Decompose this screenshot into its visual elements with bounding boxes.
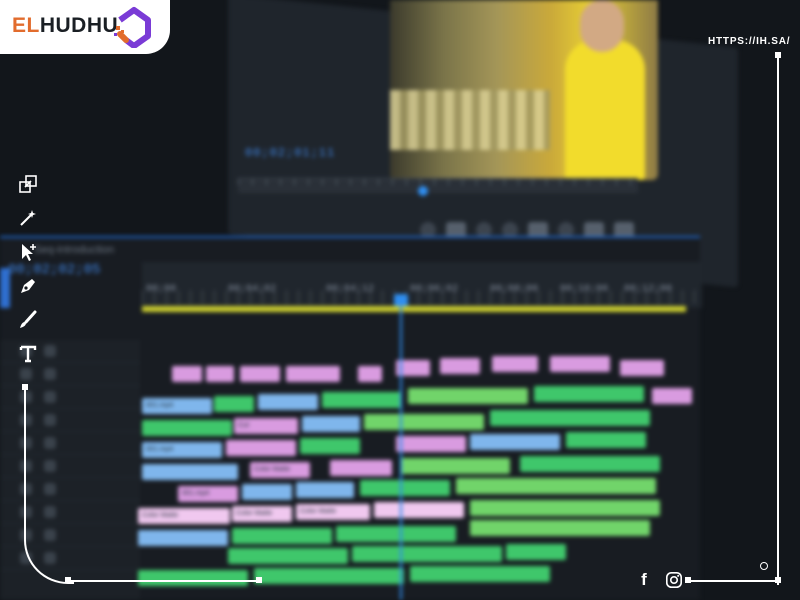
type-tool-icon[interactable] [14, 340, 42, 368]
timeline-clip[interactable] [336, 526, 456, 542]
sequence-tab[interactable]: Seq-introduction [34, 244, 114, 256]
timeline-clip[interactable]: Cut [234, 418, 298, 434]
frame-node [256, 577, 262, 583]
timeline-clip[interactable]: Color Matte [296, 504, 370, 520]
ruler-label: 00;12;00 [624, 284, 673, 295]
timeline-clip[interactable] [620, 360, 664, 376]
selection-tool-icon[interactable] [14, 170, 42, 198]
timeline-clip[interactable] [550, 356, 610, 372]
frame-line-right [777, 55, 779, 585]
work-area-bar[interactable] [142, 306, 686, 312]
timeline-clip[interactable] [214, 396, 254, 412]
logo-text: ELHUDHU [12, 14, 118, 38]
timeline-clip[interactable] [138, 530, 228, 546]
site-url[interactable]: HTTPS://IH.SA/ [708, 36, 790, 47]
ruler-label: 00;10;00 [560, 284, 609, 295]
timeline-clip[interactable]: Color Matte [138, 508, 230, 524]
logo-prefix: EL [12, 14, 40, 37]
tool-palette [14, 170, 42, 374]
timeline-clip[interactable] [300, 438, 360, 454]
frame-node [22, 384, 28, 390]
timeline-clip[interactable] [254, 568, 404, 584]
timeline-clip[interactable] [138, 570, 248, 586]
frame-node [65, 577, 71, 583]
timeline-clip[interactable] [652, 388, 692, 404]
timeline-clip[interactable] [470, 434, 560, 450]
monitor-playhead[interactable] [418, 186, 428, 196]
timeline-clip[interactable]: Color Matte [250, 462, 310, 478]
timeline-clip[interactable] [364, 414, 484, 430]
timeline-clip[interactable] [456, 478, 656, 494]
timeline-clip[interactable] [258, 394, 318, 410]
pen-tool-icon[interactable] [14, 272, 42, 300]
ruler-label: 00;00 [146, 284, 177, 295]
screenshot-stage: 00;02;01;11 Seq-introduction 00;02;02;05… [0, 0, 800, 600]
timeline-clip[interactable] [296, 482, 354, 498]
frame-line-bottom-right [688, 580, 778, 582]
timeline-clip[interactable] [286, 366, 340, 382]
ruler-label: 00;06;02 [410, 284, 459, 295]
brush-icon[interactable] [14, 306, 42, 334]
timeline-clip[interactable] [172, 366, 202, 382]
brand-logo[interactable]: ELHUDHU [0, 0, 170, 54]
facebook-icon[interactable]: f [634, 570, 654, 590]
timeline-clip[interactable] [228, 548, 348, 564]
video-shelf [390, 90, 550, 150]
frame-line-bottom [70, 580, 260, 582]
frame-ring [760, 562, 768, 570]
timeline-clip[interactable] [410, 566, 550, 582]
editing-software-background: 00;02;01;11 Seq-introduction 00;02;02;05… [0, 0, 800, 600]
timeline-clip[interactable] [440, 358, 480, 374]
frame-node [685, 577, 691, 583]
timeline-clip[interactable] [396, 436, 466, 452]
video-person [565, 40, 645, 180]
timeline-clip[interactable] [226, 440, 296, 456]
monitor-scrub-bar[interactable] [238, 178, 638, 193]
logo-suffix: HUDHU [39, 14, 119, 37]
timeline-clip[interactable] [360, 480, 450, 496]
timeline-playhead-handle[interactable] [394, 294, 408, 306]
timeline-clip[interactable] [408, 388, 528, 404]
timeline-clip[interactable] [302, 416, 360, 432]
ruler-label: 00;04;12 [326, 284, 375, 295]
timeline-clip[interactable] [232, 528, 332, 544]
ruler-label: 00;04;02 [228, 284, 277, 295]
frame-line-left [24, 388, 74, 584]
timeline-clip[interactable] [242, 484, 292, 500]
timeline-clip[interactable] [322, 392, 402, 408]
timeline-clip[interactable] [206, 366, 234, 382]
timeline-clip[interactable] [566, 432, 646, 448]
timeline-clip[interactable]: 001.mp4 [178, 486, 238, 502]
magic-wand-icon[interactable] [14, 204, 42, 232]
timeline-clip[interactable] [142, 464, 238, 480]
timeline-clip[interactable] [330, 460, 392, 476]
timeline-clip[interactable] [352, 546, 502, 562]
timeline-clip[interactable] [520, 456, 660, 472]
timeline-clip[interactable] [358, 366, 382, 382]
program-monitor-video [390, 0, 658, 180]
instagram-icon[interactable] [664, 570, 684, 590]
timeline-clip[interactable] [506, 544, 566, 560]
timeline-clip[interactable] [490, 410, 650, 426]
track-select-icon[interactable] [14, 238, 42, 266]
video-person-head [580, 0, 624, 52]
frame-node [775, 52, 781, 58]
ruler-label: 00;08;00 [490, 284, 539, 295]
timeline-clip[interactable] [470, 500, 660, 516]
monitor-timecode: 00;02;01;11 [245, 146, 336, 160]
timeline-clip[interactable] [240, 366, 280, 382]
timeline-playhead-line[interactable] [400, 296, 402, 600]
timeline-clip[interactable] [400, 458, 510, 474]
timeline-clip[interactable] [142, 420, 232, 436]
timeline-clip[interactable] [492, 356, 538, 372]
timeline-clip[interactable] [374, 502, 464, 518]
social-links: f [634, 570, 684, 590]
logo-mark-icon [114, 7, 151, 48]
timeline-clip[interactable]: Color Matte [232, 506, 292, 522]
timeline-clip[interactable] [534, 386, 644, 402]
timeline-clip[interactable]: 001.mp4 [142, 398, 212, 414]
timeline-clip[interactable] [470, 520, 650, 536]
timeline-clip[interactable]: 001.mp4 [142, 442, 222, 458]
